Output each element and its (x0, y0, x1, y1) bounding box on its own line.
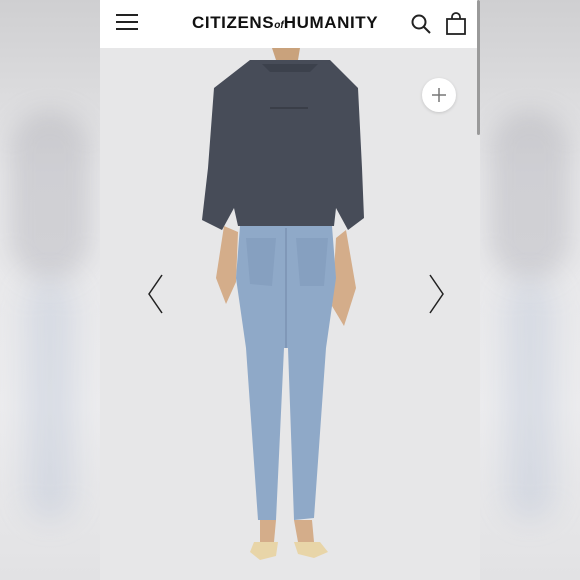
chevron-right-icon (429, 274, 444, 314)
logo-part-3: HUMANITY (283, 13, 379, 32)
logo-part-1: CITIZENS (192, 13, 275, 32)
zoom-plus-button[interactable] (422, 78, 456, 112)
plus-icon (432, 88, 446, 102)
chevron-left-icon (148, 274, 163, 314)
next-image-button[interactable] (426, 273, 446, 315)
logo-part-2: of (274, 20, 284, 31)
shopping-bag-icon[interactable] (445, 12, 467, 36)
hamburger-menu-icon[interactable] (116, 14, 138, 32)
mobile-screen: CITIZENSofHUMANITY (100, 0, 480, 580)
site-header: CITIZENSofHUMANITY (100, 0, 480, 48)
background-right (480, 0, 580, 580)
brand-logo[interactable]: CITIZENSofHUMANITY (192, 13, 378, 33)
search-icon[interactable] (410, 13, 432, 35)
product-image[interactable] (100, 48, 480, 580)
previous-image-button[interactable] (146, 273, 166, 315)
background-left (0, 0, 100, 580)
scrollbar[interactable] (477, 0, 480, 135)
